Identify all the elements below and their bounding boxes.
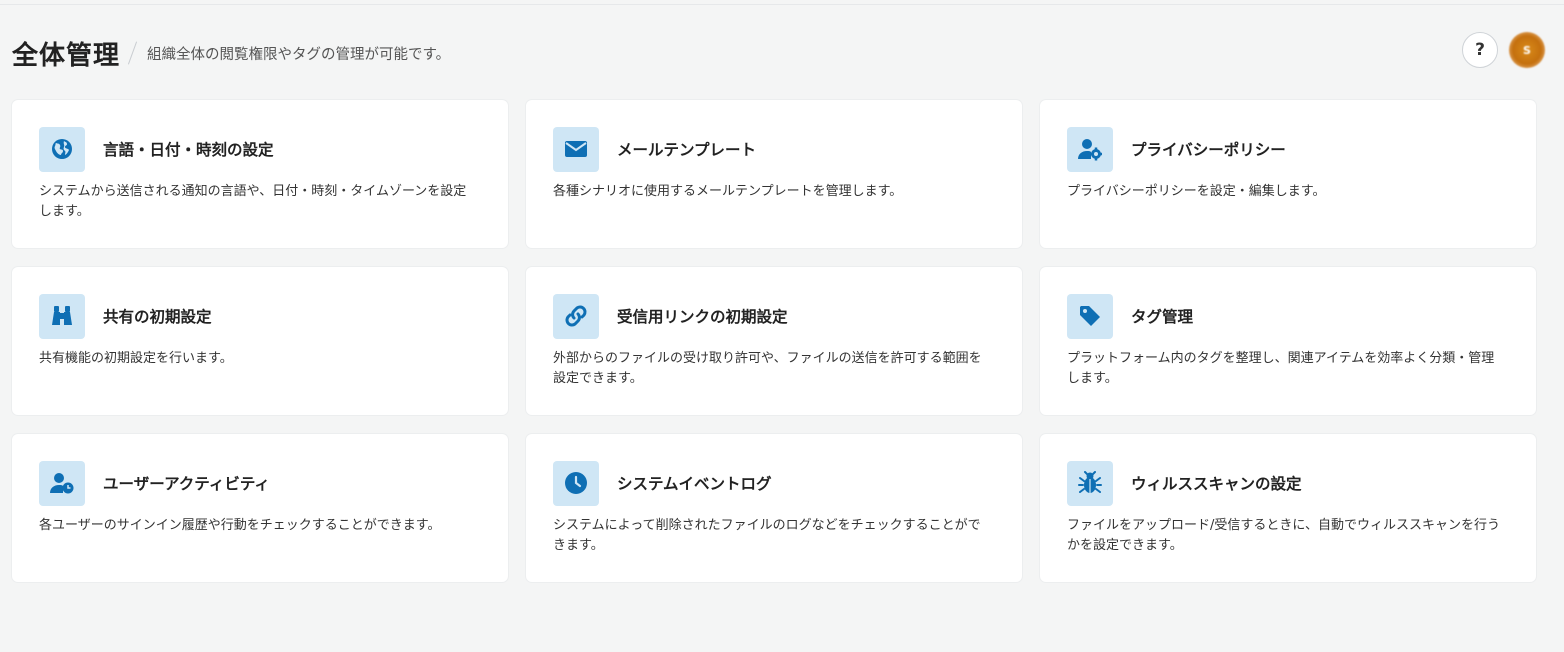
binoculars-icon xyxy=(39,293,85,339)
card-title: システムイベントログ xyxy=(617,475,772,493)
user-clock-icon xyxy=(39,460,85,506)
card-description: ファイルをアップロード/受信するときに、自動でウィルススキャンを行うかを設定でき… xyxy=(1067,518,1500,553)
card-receive-link-defaults[interactable]: 受信用リンクの初期設定 外部からのファイルの受け取り許可や、ファイルの送信を許可… xyxy=(526,267,1022,415)
card-privacy-policy[interactable]: プライバシーポリシー プライバシーポリシーを設定・編集します。 xyxy=(1040,100,1536,248)
card-title: タグ管理 xyxy=(1131,308,1194,326)
card-language-datetime[interactable]: 言語・日付・時刻の設定 システムから送信される通知の言語や、日付・時刻・タイムゾ… xyxy=(12,100,508,248)
card-virus-scan[interactable]: ウィルススキャンの設定 ファイルをアップロード/受信するときに、自動でウィルスス… xyxy=(1040,434,1536,582)
envelope-icon xyxy=(553,126,599,172)
tag-icon xyxy=(1067,293,1113,339)
card-description: 各ユーザーのサインイン履歴や行動をチェックすることができます。 xyxy=(39,518,441,533)
help-button[interactable]: ? xyxy=(1462,32,1498,68)
card-mail-template[interactable]: メールテンプレート 各種シナリオに使用するメールテンプレートを管理します。 xyxy=(526,100,1022,248)
card-title: プライバシーポリシー xyxy=(1131,141,1286,159)
card-description: システムによって削除されたファイルのログなどをチェックすることができます。 xyxy=(553,518,981,553)
card-title: 共有の初期設定 xyxy=(103,308,212,326)
card-description: プライバシーポリシーを設定・編集します。 xyxy=(1067,184,1326,199)
card-description: 共有機能の初期設定を行います。 xyxy=(39,351,233,366)
card-sharing-defaults[interactable]: 共有の初期設定 共有機能の初期設定を行います。 xyxy=(12,267,508,415)
avatar[interactable]: S xyxy=(1509,32,1545,68)
user-gear-icon xyxy=(1067,126,1113,172)
title-divider xyxy=(127,41,138,65)
card-title: ウィルススキャンの設定 xyxy=(1131,475,1302,493)
card-description: システムから送信される通知の言語や、日付・時刻・タイムゾーンを設定します。 xyxy=(39,184,467,219)
card-title: メールテンプレート xyxy=(617,141,757,159)
card-description: プラットフォーム内のタグを整理し、関連アイテムを効率よく分類・管理します。 xyxy=(1067,351,1495,386)
top-bar-divider xyxy=(0,0,1564,5)
settings-card-grid: 言語・日付・時刻の設定 システムから送信される通知の言語や、日付・時刻・タイムゾ… xyxy=(12,100,1536,582)
link-icon xyxy=(553,293,599,339)
card-user-activity[interactable]: ユーザーアクティビティ 各ユーザーのサインイン履歴や行動をチェックすることができ… xyxy=(12,434,508,582)
card-title: 言語・日付・時刻の設定 xyxy=(103,141,274,159)
card-system-event-log[interactable]: システムイベントログ システムによって削除されたファイルのログなどをチェックする… xyxy=(526,434,1022,582)
card-title: ユーザーアクティビティ xyxy=(103,475,270,493)
page-header: 全体管理 組織全体の閲覧権限やタグの管理が可能です。 xyxy=(12,36,451,71)
clock-icon xyxy=(553,460,599,506)
card-description: 外部からのファイルの受け取り許可や、ファイルの送信を許可する範囲を設定できます。 xyxy=(553,351,982,386)
page-title: 全体管理 xyxy=(12,40,121,71)
card-tag-management[interactable]: タグ管理 プラットフォーム内のタグを整理し、関連アイテムを効率よく分類・管理しま… xyxy=(1040,267,1536,415)
card-description: 各種シナリオに使用するメールテンプレートを管理します。 xyxy=(553,184,903,199)
card-title: 受信用リンクの初期設定 xyxy=(617,308,788,326)
bug-icon xyxy=(1067,460,1113,506)
page-subtitle: 組織全体の閲覧権限やタグの管理が可能です。 xyxy=(147,46,451,63)
globe-icon xyxy=(39,126,85,172)
